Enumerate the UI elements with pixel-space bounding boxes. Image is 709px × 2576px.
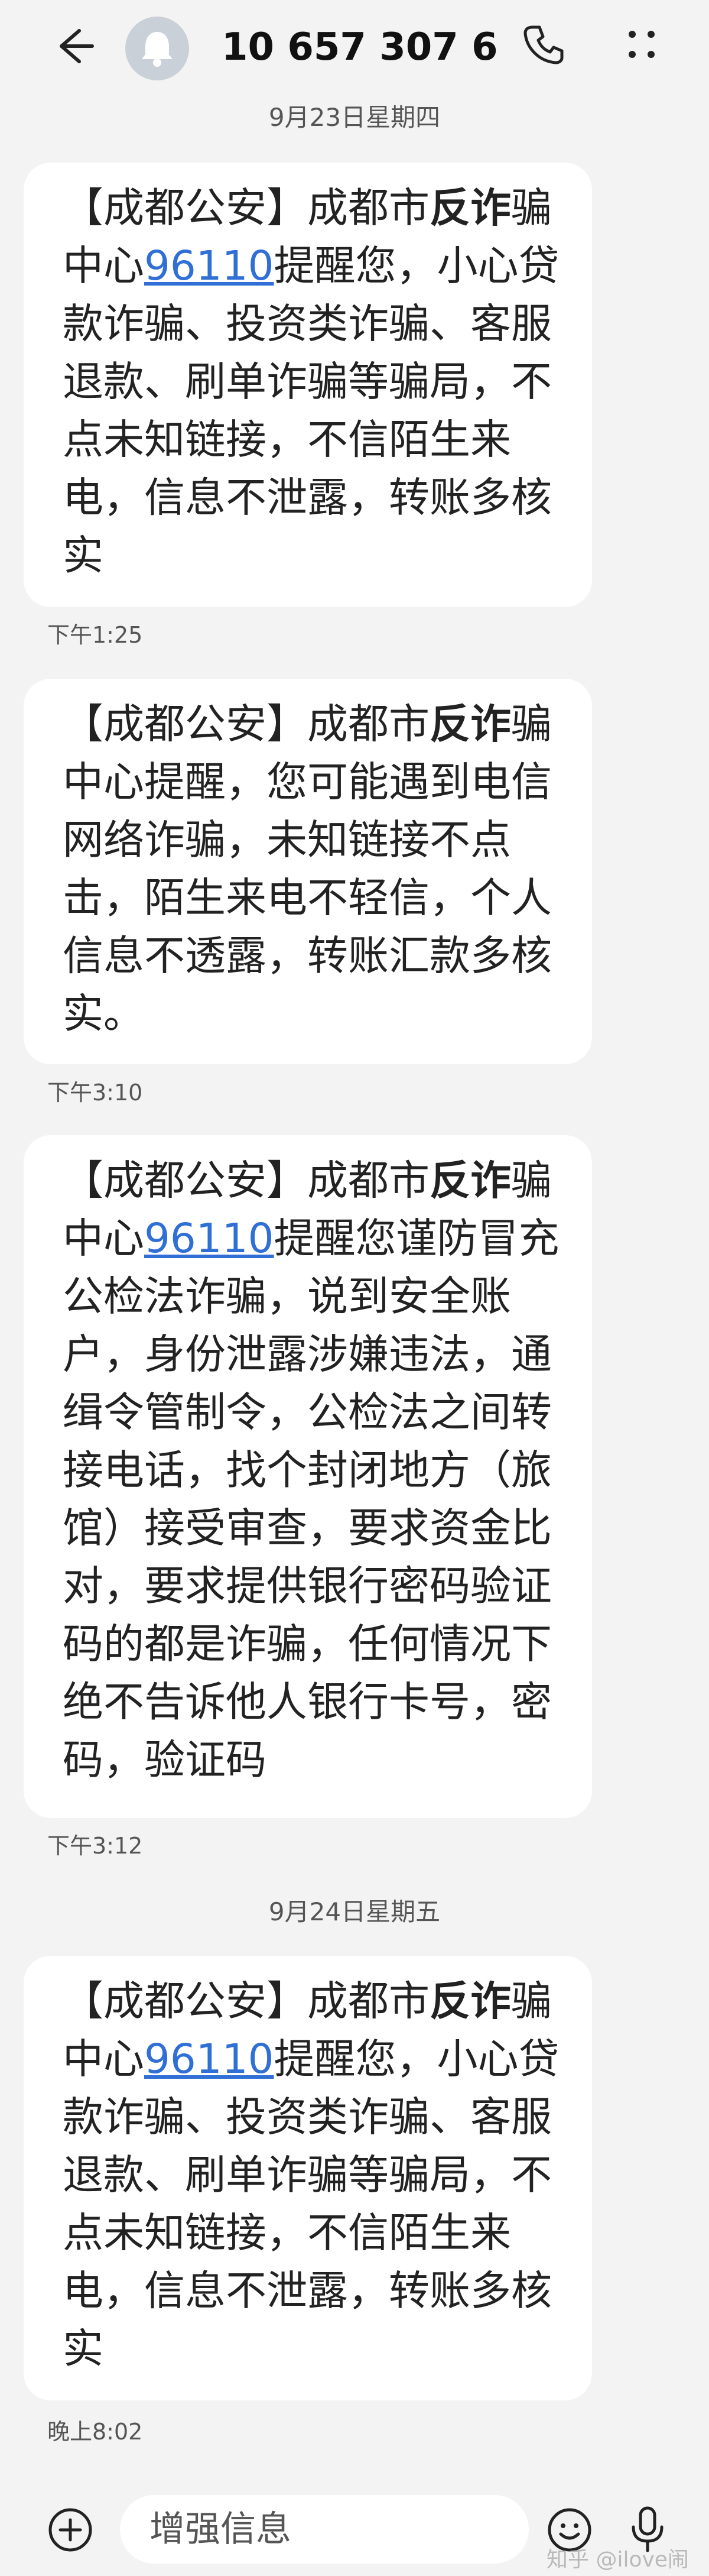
top-bar: 10 657 307 6... — [0, 0, 709, 89]
message-bubble[interactable]: 【成都公安】成都市反诈骗中心96110提醒您谨防冒充公检法诈骗，说到安全账户，身… — [24, 1135, 592, 1818]
conversation-title[interactable]: 10 657 307 6... — [222, 24, 499, 71]
message-time: 下午1:25 — [47, 622, 143, 648]
message-time: 晚上8:02 — [47, 2419, 143, 2445]
phone-number-link[interactable]: 96110 — [144, 242, 274, 290]
message-bubble[interactable]: 【成都公安】成都市反诈骗中心96110提醒您，小心贷款诈骗、投资类诈骗、客服退款… — [24, 1956, 592, 2400]
message-text: 【成都公安】成都市反诈骗中心96110提醒您，小心贷款诈骗、投资类诈骗、客服退款… — [63, 1978, 560, 2373]
message-text: 【成都公安】成都市反诈骗中心提醒，您可能遇到电信网络诈骗，未知链接不点击，陌生来… — [63, 701, 552, 1038]
message-text: 【成都公安】成都市反诈骗中心96110提醒您，小心贷款诈骗、投资类诈骗、客服退款… — [63, 184, 560, 579]
message-text: 【成都公安】成都市反诈骗中心96110提醒您谨防冒充公检法诈骗，说到安全账户，身… — [63, 1157, 560, 1784]
message-input[interactable]: 增强信息 — [120, 2495, 529, 2564]
message-time: 下午3:10 — [47, 1080, 143, 1106]
phone-number-link[interactable]: 96110 — [144, 1215, 274, 1262]
bell-avatar-icon — [142, 32, 173, 67]
phone-icon[interactable] — [517, 18, 570, 71]
contact-avatar[interactable] — [125, 17, 189, 80]
message-bubble[interactable]: 【成都公安】成都市反诈骗中心96110提醒您，小心贷款诈骗、投资类诈骗、客服退款… — [24, 163, 592, 607]
watermark-text: 知乎 @ilove闹闹 — [547, 2548, 689, 2572]
more-icon[interactable] — [614, 18, 668, 71]
date-separator: 9月23日星期四 — [268, 103, 441, 132]
message-time: 下午3:12 — [47, 1833, 143, 1859]
message-bubble[interactable]: 【成都公安】成都市反诈骗中心提醒，您可能遇到电信网络诈骗，未知链接不点击，陌生来… — [24, 679, 592, 1064]
date-separator: 9月24日星期五 — [268, 1897, 441, 1926]
back-arrow-icon[interactable] — [46, 21, 96, 71]
plus-circle-icon[interactable] — [47, 2507, 93, 2553]
phone-number-link[interactable]: 96110 — [144, 2036, 274, 2083]
